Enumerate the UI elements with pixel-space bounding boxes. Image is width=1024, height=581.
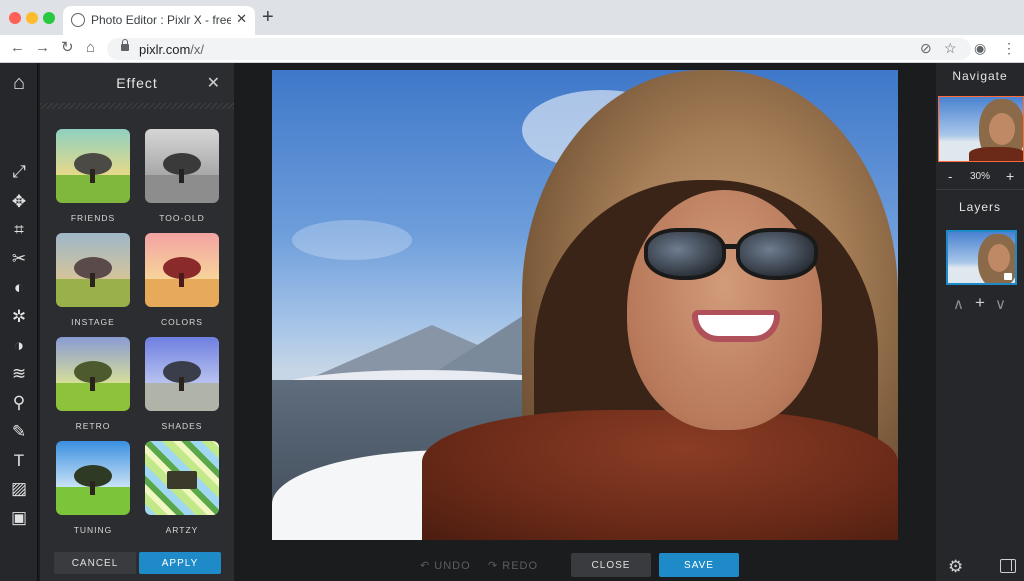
effect-thumbnail <box>56 441 130 515</box>
effect-friends[interactable]: FRIENDS <box>56 129 130 223</box>
effect-thumbnail <box>56 233 130 307</box>
home-button[interactable]: ⌂ <box>86 39 95 57</box>
smile <box>692 310 780 342</box>
window-close-button[interactable] <box>9 12 21 24</box>
layer-down-icon[interactable]: ∨ <box>995 295 1006 313</box>
url-text: pixlr.com/x/ <box>139 42 205 57</box>
window-zoom-button[interactable] <box>43 12 55 24</box>
reload-button[interactable]: ↻ <box>61 39 74 57</box>
cutout-icon[interactable]: ✂ <box>7 247 31 271</box>
effect-colors[interactable]: COLORS <box>145 233 219 327</box>
image-icon[interactable]: ▣ <box>7 506 31 530</box>
tool-sidebar: ⌂ ⤢ ✥ ⌗ ✂ ◐ ✲ ◑ ≋ ⚲ ✎ T ▨ ▣ <box>0 63 38 581</box>
effect-thumbnail <box>145 441 219 515</box>
effect-label: FRIENDS <box>70 213 116 223</box>
effect-thumbnail <box>145 233 219 307</box>
gear-icon[interactable]: ⚙ <box>948 557 963 577</box>
effect-shades[interactable]: SHADES <box>145 337 219 431</box>
back-button[interactable]: ← <box>10 39 25 57</box>
effect-instage[interactable]: INSTAGE <box>56 233 130 327</box>
navigate-title: Navigate <box>952 69 1008 83</box>
navigator-thumbnail[interactable] <box>938 96 1024 162</box>
photo-canvas[interactable] <box>272 70 898 540</box>
effect-retro[interactable]: RETRO <box>56 337 130 431</box>
browser-menu-icon[interactable]: ⋮ <box>1002 39 1016 57</box>
panel-title: Effect <box>116 75 158 91</box>
close-icon[interactable]: ✕ <box>207 73 220 93</box>
right-panel: Navigate - 30% + Layers ∧ + ∨ ⚙ <box>936 63 1024 581</box>
effect-label: COLORS <box>161 317 203 327</box>
effect-tuning[interactable]: TUNING <box>56 441 130 535</box>
effect-thumbnail <box>145 337 219 411</box>
text-icon[interactable]: T <box>7 449 31 473</box>
panel-divider <box>40 103 234 109</box>
account-icon[interactable]: ◉ <box>974 39 986 57</box>
retouch-icon[interactable]: ⚲ <box>7 391 31 415</box>
new-tab-button[interactable]: + <box>262 7 274 27</box>
effect-label: RETRO <box>75 421 111 431</box>
canvas-bottom-bar: ↶ UNDO ↷ REDO CLOSE SAVE <box>234 547 936 581</box>
sunglasses-bridge <box>724 244 738 249</box>
effect-too-old[interactable]: TOO-OLD <box>145 129 219 223</box>
add-layer-icon[interactable]: + <box>975 293 985 313</box>
sunglasses-right-lens <box>736 228 818 280</box>
pixlr-app: ⌂ ⤢ ✥ ⌗ ✂ ◐ ✲ ◑ ≋ ⚲ ✎ T ▨ ▣ Effect ✕ FRI… <box>0 63 1024 581</box>
bookmark-star-icon[interactable]: ☆ <box>944 39 957 57</box>
divider <box>936 189 1024 190</box>
effect-panel: Effect ✕ FRIENDS TOO-OLD INSTAGE COLORS … <box>40 63 234 581</box>
crop-icon[interactable]: ⌗ <box>7 218 31 242</box>
effect-thumbnail <box>145 129 219 203</box>
browser-tab[interactable]: Photo Editor : Pixlr X - free ima ✕ <box>63 6 255 35</box>
effect-icon[interactable]: ◑ <box>7 334 31 358</box>
undo-button[interactable]: ↶ UNDO <box>420 559 471 572</box>
zoom-out-button[interactable]: - <box>948 169 952 184</box>
zoom-value[interactable]: 30% <box>960 171 1000 182</box>
adjust-icon[interactable]: ◐ <box>7 276 31 300</box>
collapse-panel-icon[interactable] <box>1000 559 1016 573</box>
move-icon[interactable]: ✥ <box>7 190 31 214</box>
effect-label: TOO-OLD <box>159 213 205 223</box>
tab-close-icon[interactable]: ✕ <box>236 11 247 27</box>
url-input[interactable]: pixlr.com/x/ <box>107 38 971 60</box>
cancel-button[interactable]: CANCEL <box>54 552 136 574</box>
zoom-in-button[interactable]: + <box>1006 168 1014 184</box>
right-panel-footer: ⚙ <box>936 553 1024 581</box>
window-minimize-button[interactable] <box>26 12 38 24</box>
liquify-icon[interactable]: ≋ <box>7 362 31 386</box>
layer-up-icon[interactable]: ∧ <box>953 295 964 313</box>
lock-icon[interactable] <box>1004 273 1012 280</box>
effect-artzy[interactable]: ARTZY <box>145 441 219 535</box>
arrange-icon[interactable]: ⤢ <box>7 160 31 184</box>
effect-thumbnail <box>56 129 130 203</box>
effect-label: INSTAGE <box>71 317 115 327</box>
tab-title: Photo Editor : Pixlr X - free ima <box>91 13 231 27</box>
sunglasses-left-lens <box>644 228 726 280</box>
layers-title: Layers <box>958 200 1002 214</box>
effect-label: SHADES <box>161 421 203 431</box>
home-icon[interactable]: ⌂ <box>7 71 31 95</box>
effect-label: ARTZY <box>165 525 199 535</box>
forward-button[interactable]: → <box>35 39 50 57</box>
effect-thumbnail <box>56 337 130 411</box>
element-icon[interactable]: ▨ <box>7 477 31 501</box>
canvas-area: ↶ UNDO ↷ REDO CLOSE SAVE <box>234 63 936 581</box>
filter-icon[interactable]: ✲ <box>7 305 31 329</box>
apply-button[interactable]: APPLY <box>139 552 221 574</box>
address-bar: ← → ↻ ⌂ pixlr.com/x/ ⊘ ☆ ◉ ⋮ <box>0 35 1024 63</box>
lock-icon <box>121 39 129 51</box>
redo-button[interactable]: ↷ REDO <box>488 559 538 572</box>
jacket <box>422 410 898 540</box>
blocked-popup-icon[interactable]: ⊘ <box>920 39 932 57</box>
layer-thumbnail[interactable] <box>946 230 1017 285</box>
close-button[interactable]: CLOSE <box>571 553 651 577</box>
draw-icon[interactable]: ✎ <box>7 420 31 444</box>
browser-tab-bar: Photo Editor : Pixlr X - free ima ✕ + <box>0 0 1024 35</box>
pixlr-favicon-icon <box>71 13 85 27</box>
effect-label: TUNING <box>73 525 113 535</box>
save-button[interactable]: SAVE <box>659 553 739 577</box>
